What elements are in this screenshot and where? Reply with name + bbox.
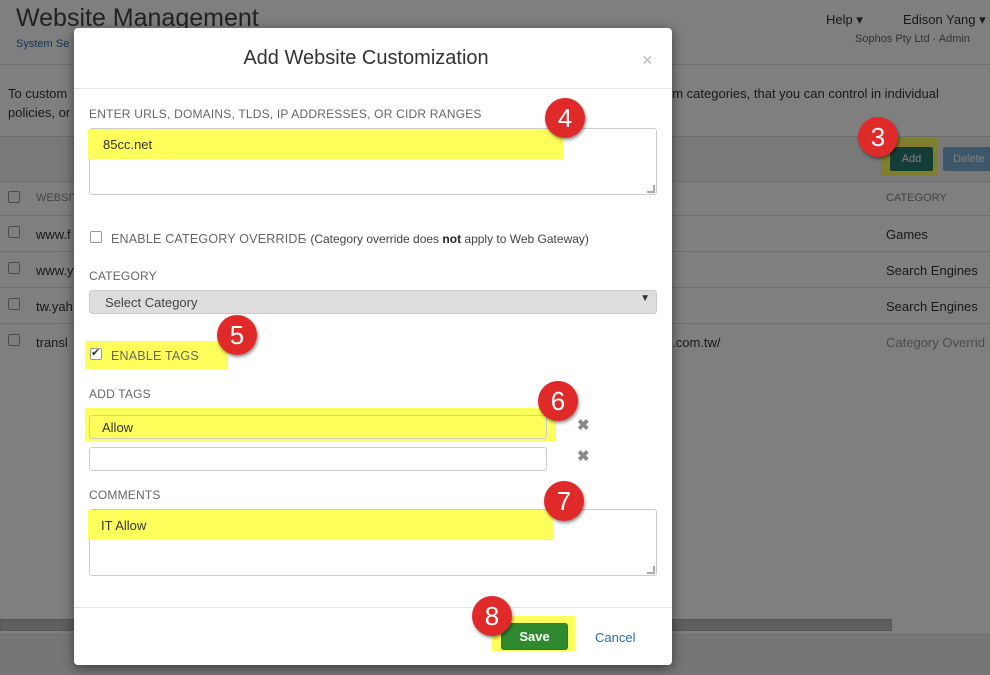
close-icon[interactable]: × — [642, 50, 653, 71]
category-override-label[interactable]: ENABLE CATEGORY OVERRIDE — [111, 232, 306, 246]
category-override-note: - (Category override does not apply to W… — [303, 232, 589, 246]
dialog-title: Add Website Customization — [243, 47, 489, 69]
tag-input[interactable]: Allow — [89, 415, 547, 439]
tag-value: Allow — [102, 420, 134, 435]
remove-tag-icon[interactable]: ✖ — [577, 416, 590, 434]
chevron-down-icon: ▼ — [640, 293, 650, 304]
tag-input[interactable] — [89, 447, 547, 471]
step-marker-4: 4 — [545, 98, 585, 138]
save-button[interactable]: Save — [501, 623, 568, 650]
step-marker-3: 3 — [858, 117, 898, 157]
dialog-header: Add Website Customization × — [74, 28, 672, 89]
step-marker-7: 7 — [544, 481, 584, 521]
category-override-checkbox[interactable] — [90, 231, 102, 243]
dialog-footer — [74, 607, 672, 665]
step-marker-5: 5 — [217, 315, 257, 355]
note-bold: not — [442, 232, 462, 246]
enable-tags-checkbox[interactable] — [90, 346, 102, 360]
urls-label: ENTER URLS, DOMAINS, TLDS, IP ADDRESSES,… — [89, 107, 482, 121]
step-marker-8: 8 — [472, 596, 512, 636]
category-label: CATEGORY — [89, 269, 157, 283]
note-text: - (Category override does — [303, 232, 443, 246]
remove-tag-icon[interactable]: ✖ — [577, 447, 590, 465]
resize-handle-icon[interactable] — [647, 566, 655, 574]
note-text: apply to Web Gateway) — [461, 232, 589, 246]
enable-tags-label[interactable]: ENABLE TAGS — [111, 349, 199, 363]
comments-highlight — [88, 510, 553, 540]
urls-highlight — [88, 129, 563, 159]
comments-label: COMMENTS — [89, 488, 161, 502]
resize-handle-icon[interactable] — [647, 185, 655, 193]
comments-value: IT Allow — [101, 518, 147, 533]
cancel-button[interactable]: Cancel — [595, 630, 635, 645]
category-selected-value: Select Category — [105, 295, 198, 310]
category-select[interactable]: Select Category ▼ — [89, 290, 657, 314]
add-tags-label: ADD TAGS — [89, 387, 151, 401]
urls-value: 85cc.net — [103, 137, 153, 152]
step-marker-6: 6 — [538, 381, 578, 421]
